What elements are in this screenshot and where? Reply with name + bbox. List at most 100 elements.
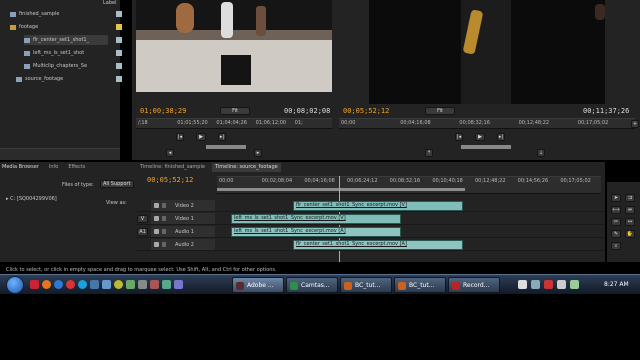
- audio-clip[interactable]: flr_center_set1_shot1_Sync_excerpt.mov […: [293, 240, 463, 250]
- source-time-ruler[interactable]: /;18 01;01;55;20 01;04;04;26 01;06;12;00 01;: [136, 118, 332, 129]
- selection-tool-icon[interactable]: ➤: [611, 194, 621, 202]
- eye-icon[interactable]: [154, 216, 159, 221]
- program-fit-dropdown[interactable]: Fit: [425, 107, 455, 115]
- pen-tool-icon[interactable]: ✎: [611, 230, 621, 238]
- overlay-button[interactable]: ▸: [254, 149, 262, 157]
- chrome-icon[interactable]: [66, 280, 75, 289]
- ruler-tick-label: 00;17;05;02: [577, 120, 609, 126]
- taskbar-button[interactable]: Adobe ...: [232, 277, 284, 293]
- start-button-icon[interactable]: [6, 276, 24, 294]
- extract-button[interactable]: ⇣: [537, 149, 545, 157]
- program-time-ruler[interactable]: 00;00 00;04;16;08 00;08;32;16 00;12;48;22 00…: [339, 118, 635, 129]
- jog-shuttle[interactable]: [206, 145, 246, 149]
- app-icon[interactable]: [150, 280, 159, 289]
- label-swatch: [116, 63, 122, 69]
- taskbar-button[interactable]: Record...: [448, 277, 500, 293]
- clock[interactable]: 8:27 AM: [604, 281, 629, 288]
- speaker-icon[interactable]: [154, 242, 159, 247]
- track-name: Audio 1: [175, 228, 194, 235]
- video-clip[interactable]: left_ms_ls_set1_shot1_Sync_excerpt.mov […: [231, 214, 401, 224]
- security-icon[interactable]: [544, 280, 553, 289]
- step-back-button[interactable]: |◂: [455, 133, 463, 141]
- app-icon[interactable]: [126, 280, 135, 289]
- timeline-tab[interactable]: Timeline: source_footage: [211, 163, 281, 172]
- source-timecode-current[interactable]: 01;00;38;29: [140, 107, 186, 115]
- play-button[interactable]: ▶: [196, 133, 206, 141]
- folder-icon: [10, 24, 16, 30]
- track-target-label[interactable]: A1: [137, 228, 148, 236]
- source-fit-dropdown[interactable]: Fit: [220, 107, 250, 115]
- app-icon[interactable]: [114, 280, 123, 289]
- jog-shuttle[interactable]: [461, 145, 511, 149]
- timeline-timecode[interactable]: 00;05;52;12: [147, 176, 193, 184]
- step-back-button[interactable]: |◂: [176, 133, 184, 141]
- track-header[interactable]: Audio 1: [151, 226, 215, 238]
- program-timecode-current[interactable]: 00;05;52;12: [343, 107, 389, 115]
- eye-icon[interactable]: [154, 203, 159, 208]
- lock-icon[interactable]: [162, 203, 166, 208]
- timeline-tab[interactable]: Timeline: finished_sample: [137, 163, 208, 172]
- ruler-tick-label: 00;12;48;22: [475, 178, 506, 184]
- track-header[interactable]: Video 2: [151, 200, 215, 212]
- firefox-icon[interactable]: [42, 280, 51, 289]
- power-icon[interactable]: [570, 280, 579, 289]
- taskbar-button[interactable]: Camtas...: [286, 277, 338, 293]
- lock-icon[interactable]: [162, 216, 166, 221]
- app-icon[interactable]: [162, 280, 171, 289]
- bin-item[interactable]: left_ms_ls_set1_shot: [24, 48, 122, 58]
- ie-icon[interactable]: [54, 280, 63, 289]
- lock-icon[interactable]: [162, 229, 166, 234]
- track-select-tool-icon[interactable]: ⇉: [625, 194, 635, 202]
- bin-item-label: footage: [19, 24, 39, 30]
- taskbar-button[interactable]: BC_tut...: [394, 277, 446, 293]
- tab-info[interactable]: Info: [49, 164, 58, 172]
- language-icon[interactable]: [518, 280, 527, 289]
- network-icon[interactable]: [531, 280, 540, 289]
- play-button[interactable]: ▶: [475, 133, 485, 141]
- track-name: Video 2: [175, 202, 194, 209]
- zoom-tool-icon[interactable]: ⌕: [611, 242, 621, 250]
- bin-item-label: finished_sample: [19, 11, 60, 17]
- speaker-icon[interactable]: [154, 229, 159, 234]
- audio-clip[interactable]: left_ms_ls_set1_shot1_Sync_excerpt.mov […: [231, 227, 401, 237]
- app-icon[interactable]: [102, 280, 111, 289]
- app-icon[interactable]: [90, 280, 99, 289]
- tab-media-browser[interactable]: Media Browser: [2, 164, 39, 172]
- taskbar-button[interactable]: BC_tut...: [340, 277, 392, 293]
- bin-item[interactable]: finished_sample: [10, 9, 122, 19]
- video-clip[interactable]: flr_center_set1_shot1_Sync_excerpt.mov […: [293, 201, 463, 211]
- drive-item[interactable]: ▸ C: [SQ004299V06]: [6, 196, 57, 202]
- slip-tool-icon[interactable]: ↔: [625, 218, 635, 226]
- track-row: A1 Audio 1 left_ms_ls_set1_shot1_Sync_exce…: [135, 226, 605, 238]
- bin-item[interactable]: flr_center_set1_shot1_: [24, 35, 122, 45]
- bin-item[interactable]: Multiclip_chapters_Se: [24, 61, 122, 71]
- step-forward-button[interactable]: ▸|: [497, 133, 505, 141]
- bin-item[interactable]: source_footage: [16, 74, 122, 84]
- step-forward-button[interactable]: ▸|: [218, 133, 226, 141]
- work-area-bar[interactable]: [217, 188, 465, 191]
- track-list: Video 2 flr_center_set1_shot1_Sync_excerp…: [135, 200, 605, 262]
- track-header[interactable]: Audio 2: [151, 239, 215, 251]
- track-name: Audio 2: [175, 241, 194, 248]
- track-header[interactable]: Video 1: [151, 213, 215, 225]
- sequence-icon: [10, 11, 16, 17]
- program-panel-menu-button[interactable]: +: [631, 120, 639, 128]
- insert-button[interactable]: ◂: [166, 149, 174, 157]
- razor-tool-icon[interactable]: ✂: [611, 218, 621, 226]
- lift-button[interactable]: ⇡: [425, 149, 433, 157]
- quick-launch: [30, 280, 226, 290]
- volume-icon[interactable]: [557, 280, 566, 289]
- hand-tool-icon[interactable]: ✋: [625, 230, 635, 238]
- app-icon[interactable]: [138, 280, 147, 289]
- timeline-ruler[interactable]: 00;00 00;02;08;04 00;04;16;08 00;06;24;12 00…: [217, 176, 601, 194]
- app-icon[interactable]: [174, 280, 183, 289]
- track-target-label[interactable]: V: [137, 215, 148, 223]
- skype-icon[interactable]: [78, 280, 87, 289]
- rolling-edit-tool-icon[interactable]: ⇹: [625, 206, 635, 214]
- tab-effects[interactable]: Effects: [68, 164, 85, 172]
- lock-icon[interactable]: [162, 242, 166, 247]
- files-of-type-dropdown[interactable]: All Support: [100, 180, 134, 188]
- media-player-icon[interactable]: [30, 280, 39, 289]
- bin-item[interactable]: footage: [10, 22, 122, 32]
- ripple-edit-tool-icon[interactable]: ⟷: [611, 206, 621, 214]
